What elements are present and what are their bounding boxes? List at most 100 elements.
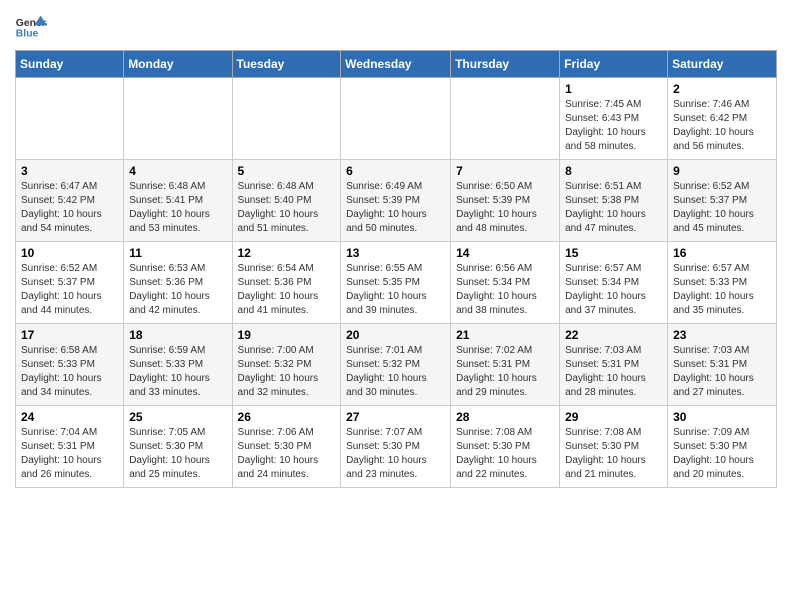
day-number: 23 bbox=[673, 328, 771, 342]
calendar-cell: 13Sunrise: 6:55 AM Sunset: 5:35 PM Dayli… bbox=[341, 242, 451, 324]
calendar-cell: 4 Sunrise: 6:48 AM Sunset: 5:41 PM Daylig… bbox=[124, 160, 232, 242]
day-number: 30 bbox=[673, 410, 771, 424]
day-info: Sunrise: 7:09 AM Sunset: 5:30 PM Dayligh… bbox=[673, 426, 771, 482]
day-info: Sunrise: 6:51 AM Sunset: 5:38 PM Dayligh… bbox=[565, 180, 662, 236]
calendar-cell bbox=[124, 78, 232, 160]
calendar-cell: 2 Sunrise: 7:46 AM Sunset: 6:42 PM Daylig… bbox=[668, 78, 777, 160]
day-info: Sunrise: 7:00 AM Sunset: 5:32 PM Dayligh… bbox=[238, 344, 336, 400]
calendar-cell: 21 Sunrise: 7:02 AM Sunset: 5:31 PM Dayli… bbox=[451, 324, 560, 406]
calendar-cell: 28Sunrise: 7:08 AM Sunset: 5:30 PM Dayli… bbox=[451, 406, 560, 488]
day-number: 20 bbox=[346, 328, 445, 342]
logo-icon: General Blue bbox=[15, 14, 47, 42]
calendar-cell: 20 Sunrise: 7:01 AM Sunset: 5:32 PM Dayli… bbox=[341, 324, 451, 406]
calendar-cell: 11Sunrise: 6:53 AM Sunset: 5:36 PM Dayli… bbox=[124, 242, 232, 324]
column-header-sunday: Sunday bbox=[16, 51, 124, 78]
day-number: 2 bbox=[673, 82, 771, 96]
day-info: Sunrise: 6:53 AM Sunset: 5:36 PM Dayligh… bbox=[129, 262, 226, 318]
calendar-week-row: 10Sunrise: 6:52 AM Sunset: 5:37 PM Dayli… bbox=[16, 242, 777, 324]
calendar-cell: 27 Sunrise: 7:07 AM Sunset: 5:30 PM Dayli… bbox=[341, 406, 451, 488]
calendar-cell: 7 Sunrise: 6:50 AM Sunset: 5:39 PM Daylig… bbox=[451, 160, 560, 242]
calendar-cell bbox=[16, 78, 124, 160]
day-number: 24 bbox=[21, 410, 118, 424]
day-info: Sunrise: 6:49 AM Sunset: 5:39 PM Dayligh… bbox=[346, 180, 445, 236]
calendar-cell: 25 Sunrise: 7:05 AM Sunset: 5:30 PM Dayli… bbox=[124, 406, 232, 488]
day-info: Sunrise: 7:06 AM Sunset: 5:30 PM Dayligh… bbox=[238, 426, 336, 482]
day-number: 13 bbox=[346, 246, 445, 260]
day-number: 8 bbox=[565, 164, 662, 178]
column-header-saturday: Saturday bbox=[668, 51, 777, 78]
day-info: Sunrise: 6:48 AM Sunset: 5:40 PM Dayligh… bbox=[238, 180, 336, 236]
day-info: Sunrise: 7:03 AM Sunset: 5:31 PM Dayligh… bbox=[565, 344, 662, 400]
day-number: 17 bbox=[21, 328, 118, 342]
calendar-cell: 29 Sunrise: 7:08 AM Sunset: 5:30 PM Dayli… bbox=[560, 406, 668, 488]
calendar-week-row: 1 Sunrise: 7:45 AM Sunset: 6:43 PM Daylig… bbox=[16, 78, 777, 160]
calendar-cell: 1 Sunrise: 7:45 AM Sunset: 6:43 PM Daylig… bbox=[560, 78, 668, 160]
calendar-cell: 5 Sunrise: 6:48 AM Sunset: 5:40 PM Daylig… bbox=[232, 160, 341, 242]
day-info: Sunrise: 7:46 AM Sunset: 6:42 PM Dayligh… bbox=[673, 98, 771, 154]
column-header-wednesday: Wednesday bbox=[341, 51, 451, 78]
day-info: Sunrise: 7:08 AM Sunset: 5:30 PM Dayligh… bbox=[565, 426, 662, 482]
calendar-cell: 15Sunrise: 6:57 AM Sunset: 5:34 PM Dayli… bbox=[560, 242, 668, 324]
calendar-week-row: 17 Sunrise: 6:58 AM Sunset: 5:33 PM Dayli… bbox=[16, 324, 777, 406]
day-number: 18 bbox=[129, 328, 226, 342]
calendar-cell bbox=[451, 78, 560, 160]
calendar-cell: 26 Sunrise: 7:06 AM Sunset: 5:30 PM Dayli… bbox=[232, 406, 341, 488]
day-number: 15 bbox=[565, 246, 662, 260]
day-info: Sunrise: 6:57 AM Sunset: 5:33 PM Dayligh… bbox=[673, 262, 771, 318]
day-info: Sunrise: 6:47 AM Sunset: 5:42 PM Dayligh… bbox=[21, 180, 118, 236]
day-number: 3 bbox=[21, 164, 118, 178]
calendar-week-row: 24 Sunrise: 7:04 AM Sunset: 5:31 PM Dayli… bbox=[16, 406, 777, 488]
calendar-cell: 8 Sunrise: 6:51 AM Sunset: 5:38 PM Daylig… bbox=[560, 160, 668, 242]
day-info: Sunrise: 6:59 AM Sunset: 5:33 PM Dayligh… bbox=[129, 344, 226, 400]
day-number: 29 bbox=[565, 410, 662, 424]
day-number: 14 bbox=[456, 246, 554, 260]
day-number: 4 bbox=[129, 164, 226, 178]
calendar-week-row: 3 Sunrise: 6:47 AM Sunset: 5:42 PM Daylig… bbox=[16, 160, 777, 242]
calendar-cell: 19 Sunrise: 7:00 AM Sunset: 5:32 PM Dayli… bbox=[232, 324, 341, 406]
day-info: Sunrise: 6:52 AM Sunset: 5:37 PM Dayligh… bbox=[673, 180, 771, 236]
column-header-monday: Monday bbox=[124, 51, 232, 78]
day-info: Sunrise: 7:07 AM Sunset: 5:30 PM Dayligh… bbox=[346, 426, 445, 482]
day-number: 9 bbox=[673, 164, 771, 178]
day-info: Sunrise: 6:48 AM Sunset: 5:41 PM Dayligh… bbox=[129, 180, 226, 236]
day-number: 26 bbox=[238, 410, 336, 424]
column-header-tuesday: Tuesday bbox=[232, 51, 341, 78]
day-info: Sunrise: 6:58 AM Sunset: 5:33 PM Dayligh… bbox=[21, 344, 118, 400]
calendar-cell: 12 Sunrise: 6:54 AM Sunset: 5:36 PM Dayli… bbox=[232, 242, 341, 324]
day-number: 21 bbox=[456, 328, 554, 342]
page-header: General Blue bbox=[15, 10, 777, 42]
calendar-cell: 10Sunrise: 6:52 AM Sunset: 5:37 PM Dayli… bbox=[16, 242, 124, 324]
day-info: Sunrise: 6:56 AM Sunset: 5:34 PM Dayligh… bbox=[456, 262, 554, 318]
calendar-table: SundayMondayTuesdayWednesdayThursdayFrid… bbox=[15, 50, 777, 488]
day-number: 28 bbox=[456, 410, 554, 424]
day-number: 19 bbox=[238, 328, 336, 342]
day-number: 25 bbox=[129, 410, 226, 424]
calendar-cell: 24 Sunrise: 7:04 AM Sunset: 5:31 PM Dayli… bbox=[16, 406, 124, 488]
day-number: 12 bbox=[238, 246, 336, 260]
calendar-cell: 16 Sunrise: 6:57 AM Sunset: 5:33 PM Dayli… bbox=[668, 242, 777, 324]
day-info: Sunrise: 7:05 AM Sunset: 5:30 PM Dayligh… bbox=[129, 426, 226, 482]
day-info: Sunrise: 6:54 AM Sunset: 5:36 PM Dayligh… bbox=[238, 262, 336, 318]
column-header-friday: Friday bbox=[560, 51, 668, 78]
day-number: 22 bbox=[565, 328, 662, 342]
day-number: 27 bbox=[346, 410, 445, 424]
day-number: 5 bbox=[238, 164, 336, 178]
day-info: Sunrise: 7:01 AM Sunset: 5:32 PM Dayligh… bbox=[346, 344, 445, 400]
day-number: 6 bbox=[346, 164, 445, 178]
calendar-cell: 17 Sunrise: 6:58 AM Sunset: 5:33 PM Dayli… bbox=[16, 324, 124, 406]
logo: General Blue bbox=[15, 14, 51, 42]
calendar-cell: 14 Sunrise: 6:56 AM Sunset: 5:34 PM Dayli… bbox=[451, 242, 560, 324]
calendar-cell bbox=[341, 78, 451, 160]
day-info: Sunrise: 7:02 AM Sunset: 5:31 PM Dayligh… bbox=[456, 344, 554, 400]
day-info: Sunrise: 7:04 AM Sunset: 5:31 PM Dayligh… bbox=[21, 426, 118, 482]
day-number: 16 bbox=[673, 246, 771, 260]
day-number: 10 bbox=[21, 246, 118, 260]
day-info: Sunrise: 7:03 AM Sunset: 5:31 PM Dayligh… bbox=[673, 344, 771, 400]
day-info: Sunrise: 6:50 AM Sunset: 5:39 PM Dayligh… bbox=[456, 180, 554, 236]
calendar-cell: 3 Sunrise: 6:47 AM Sunset: 5:42 PM Daylig… bbox=[16, 160, 124, 242]
day-info: Sunrise: 7:45 AM Sunset: 6:43 PM Dayligh… bbox=[565, 98, 662, 154]
day-number: 1 bbox=[565, 82, 662, 96]
calendar-cell: 22 Sunrise: 7:03 AM Sunset: 5:31 PM Dayli… bbox=[560, 324, 668, 406]
day-number: 7 bbox=[456, 164, 554, 178]
svg-text:Blue: Blue bbox=[16, 28, 39, 39]
